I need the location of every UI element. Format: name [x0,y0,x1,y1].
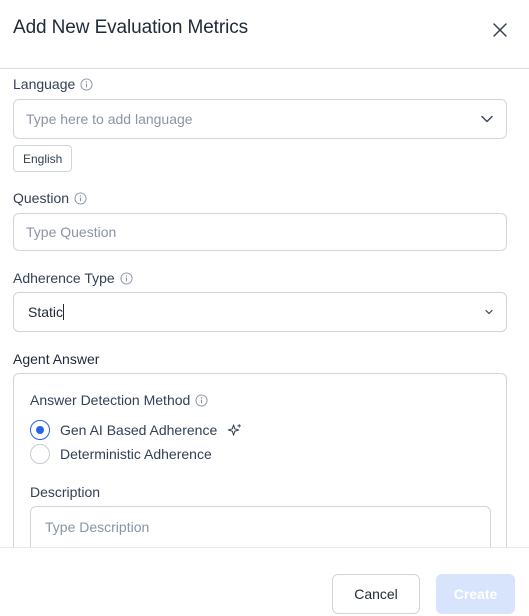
radio-deterministic-adherence[interactable]: Deterministic Adherence [30,444,212,464]
close-button[interactable] [488,18,512,42]
modal-title: Add New Evaluation Metrics [13,17,249,38]
detection-method-label-row: Answer Detection Method [30,392,208,408]
adherence-type-label: Adherence Type [13,270,115,286]
adherence-type-value: Static [28,304,64,320]
description-label: Description [30,484,101,500]
sparkle-icon [228,423,242,436]
question-label-row: Question [13,190,87,206]
question-placeholder: Type Question [26,224,117,240]
modal-footer: Cancel Create [0,547,529,616]
text-cursor [63,304,65,320]
info-icon[interactable] [74,191,87,205]
close-icon [493,23,507,37]
question-label: Question [13,190,70,206]
description-input[interactable]: Type Description [30,506,491,547]
modal-header: Add New Evaluation Metrics [0,0,529,69]
radio-label: Gen AI Based Adherence [60,422,218,438]
evaluation-metrics-modal: Add New Evaluation Metrics Language Type… [0,0,529,616]
radio-label: Deterministic Adherence [60,446,212,462]
chevron-down-icon[interactable] [480,112,494,126]
agent-answer-panel: Answer Detection Method Gen AI Based Adh… [13,373,507,547]
info-icon[interactable] [195,393,208,407]
modal-body[interactable]: Language Type here to add language Engli… [0,69,529,547]
radio-button-checked[interactable] [30,420,50,440]
language-chip-english[interactable]: English [13,145,73,172]
question-input[interactable]: Type Question [13,213,507,251]
cancel-button[interactable]: Cancel [332,574,420,614]
agent-answer-title: Agent Answer [13,351,100,367]
radio-gen-ai-adherence[interactable]: Gen AI Based Adherence [30,420,242,440]
create-button[interactable]: Create [436,574,515,614]
chip-label: English [23,151,63,166]
language-input[interactable]: Type here to add language [13,99,507,139]
adherence-type-label-row: Adherence Type [13,270,133,286]
info-icon[interactable] [80,77,93,91]
info-icon[interactable] [120,271,133,285]
description-placeholder: Type Description [45,519,150,535]
adherence-type-select[interactable]: Static [13,292,507,332]
language-label-row: Language [13,76,93,92]
radio-button[interactable] [30,444,50,464]
chevron-down-icon[interactable] [484,307,494,317]
language-label: Language [13,76,76,92]
detection-method-label: Answer Detection Method [30,392,191,408]
language-placeholder: Type here to add language [26,111,193,127]
